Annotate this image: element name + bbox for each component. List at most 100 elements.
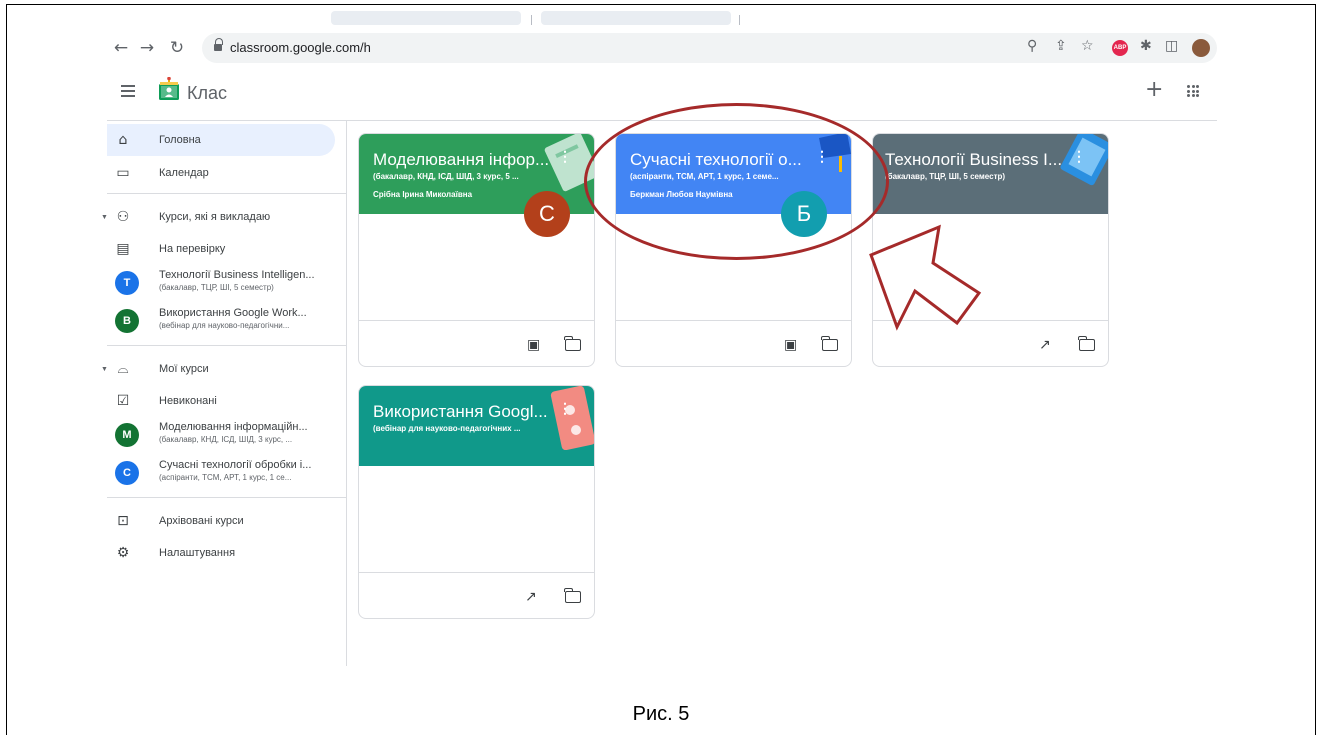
figure-frame: ← → ↻ classroom.google.com/h ⚲ ⇪ ☆ ABP ✱…	[6, 4, 1316, 735]
card-title[interactable]: Сучасні технології о...	[630, 150, 802, 170]
banner-illustration	[1060, 134, 1108, 186]
back-icon[interactable]: ←	[109, 36, 133, 60]
course-card[interactable]: Використання Googl... (вебінар для науко…	[358, 385, 595, 619]
card-title[interactable]: Використання Googl...	[373, 402, 548, 422]
forward-icon[interactable]: →	[135, 36, 159, 60]
course-card[interactable]: Моделювання інфор... (бакалавр, КНД, ІСД…	[358, 133, 595, 367]
course-title: Технології Business Intelligen...	[159, 269, 315, 281]
graduation-cap-icon: ⌓	[117, 361, 129, 377]
app-header: Клас +	[7, 63, 1315, 121]
main-menu-icon[interactable]	[121, 85, 135, 97]
tab[interactable]	[331, 11, 521, 25]
review-icon: ▤	[116, 241, 130, 257]
url-text[interactable]: classroom.google.com/h	[230, 40, 371, 55]
app-title[interactable]: Клас	[187, 83, 227, 104]
divider	[107, 497, 347, 498]
classroom-logo[interactable]	[157, 77, 181, 101]
bookmark-star-icon[interactable]: ☆	[1081, 38, 1094, 54]
course-title: Використання Google Work...	[159, 307, 307, 319]
course-card[interactable]: Технології Business I... (бакалавр, ТЦР,…	[872, 133, 1109, 367]
banner-illustration	[544, 134, 594, 192]
sidebar-item-label: Календар	[159, 167, 209, 179]
sidebar-item-label: Мої курси	[159, 363, 209, 375]
course-card[interactable]: Сучасні технології о... (аспіранти, ТСМ,…	[615, 133, 852, 367]
sidebar-item-enrolled[interactable]: ▼ ⌓ Мої курси	[101, 353, 335, 385]
sidebar-course[interactable]: C Сучасні технології обробки і... (аспір…	[107, 453, 337, 493]
sidebar-item-to-review[interactable]: ▤ На перевірку	[107, 233, 335, 265]
todo-icon: ☑	[116, 393, 130, 409]
side-panel-icon[interactable]: ◫	[1165, 38, 1178, 54]
course-title: Сучасні технології обробки і...	[159, 459, 312, 471]
course-subtitle: (бакалавр, КНД, ІСД, ШІД, 3 курс, ...	[159, 435, 293, 444]
profile-avatar[interactable]	[1192, 39, 1210, 57]
folder-icon[interactable]	[564, 588, 581, 603]
tab[interactable]	[541, 11, 731, 25]
card-section: (бакалавр, ТЦР, ШІ, 5 семестр)	[885, 172, 1006, 181]
reload-icon[interactable]: ↻	[165, 36, 189, 60]
course-subtitle: (аспіранти, ТСМ, АРТ, 1 курс, 1 се...	[159, 473, 292, 482]
sidebar-course[interactable]: M Моделювання інформаційн... (бакалавр, …	[107, 415, 337, 455]
caret-down-icon[interactable]: ▼	[101, 366, 108, 373]
create-join-plus-icon[interactable]: +	[1145, 77, 1163, 102]
card-footer: ↗	[359, 572, 594, 618]
card-teacher: Беркман Любов Наумівна	[630, 190, 733, 199]
share-icon[interactable]: ⇪	[1055, 38, 1067, 54]
adblock-icon[interactable]: ABP	[1112, 40, 1128, 56]
card-section: (вебінар для науково-педагогічних ...	[373, 424, 521, 433]
divider	[107, 193, 347, 194]
address-bar[interactable]: classroom.google.com/h ⚲ ⇪ ☆ ABP ✱ ◫	[202, 33, 1217, 63]
lock-icon	[214, 38, 223, 52]
browser-toolbar: ← → ↻ classroom.google.com/h ⚲ ⇪ ☆ ABP ✱…	[7, 33, 1315, 63]
extensions-icon[interactable]: ✱	[1140, 38, 1152, 54]
course-avatar: C	[115, 461, 139, 485]
sidebar-item-calendar[interactable]: ▭ Календар	[107, 157, 335, 189]
sidebar-item-label: На перевірку	[159, 243, 226, 255]
sidebar-item-label: Головна	[159, 134, 201, 146]
folder-icon[interactable]	[1078, 336, 1095, 351]
card-title[interactable]: Технології Business I...	[885, 150, 1062, 170]
sidebar-item-archived[interactable]: ⊡ Архівовані курси	[107, 505, 335, 537]
card-body	[873, 214, 1108, 320]
google-apps-icon[interactable]	[1187, 85, 1199, 97]
card-section: (аспіранти, ТСМ, АРТ, 1 курс, 1 семе...	[630, 172, 779, 181]
sidebar-course[interactable]: B Використання Google Work... (вебінар д…	[107, 301, 337, 341]
card-banner[interactable]: Використання Googl... (вебінар для науко…	[359, 386, 594, 466]
calendar-icon: ▭	[116, 165, 130, 181]
more-options-icon[interactable]: ⋮	[558, 400, 572, 417]
owner-avatar: Б	[781, 191, 827, 237]
gradebook-icon[interactable]: ▣	[527, 337, 540, 353]
card-title[interactable]: Моделювання інфор...	[373, 150, 549, 170]
sidebar: ⌂ Головна ▭ Календар ▼ ⚇ Курси, які я ви…	[101, 121, 347, 666]
sidebar-item-label: Налаштування	[159, 547, 236, 559]
card-teacher: Срібна Ірина Миколаївна	[373, 190, 473, 199]
sidebar-course[interactable]: T Технології Business Intelligen... (бак…	[107, 263, 337, 303]
tab-separator	[739, 15, 740, 25]
sidebar-item-home[interactable]: ⌂ Головна	[107, 124, 335, 156]
trending-icon[interactable]: ↗	[525, 589, 537, 605]
sidebar-item-teaching[interactable]: ▼ ⚇ Курси, які я викладаю	[101, 201, 335, 233]
divider	[107, 345, 347, 346]
people-icon: ⚇	[116, 209, 130, 225]
card-banner[interactable]: Технології Business I... (бакалавр, ТЦР,…	[873, 134, 1108, 214]
sidebar-item-label: Архівовані курси	[159, 515, 244, 527]
more-options-icon[interactable]: ⋮	[815, 148, 829, 165]
sidebar-item-label: Невиконані	[159, 395, 217, 407]
caret-down-icon[interactable]: ▼	[101, 214, 108, 221]
sidebar-item-todo[interactable]: ☑ Невиконані	[107, 385, 335, 417]
home-icon: ⌂	[118, 132, 128, 148]
folder-icon[interactable]	[821, 336, 838, 351]
folder-icon[interactable]	[564, 336, 581, 351]
tab-strip	[107, 5, 1217, 33]
figure-caption: Рис. 5	[632, 703, 690, 725]
zoom-icon[interactable]: ⚲	[1027, 38, 1037, 54]
sidebar-item-settings[interactable]: ⚙ Налаштування	[107, 537, 335, 569]
course-subtitle: (вебінар для науково-педагогічни...	[159, 321, 290, 330]
more-options-icon[interactable]: ⋮	[558, 148, 572, 165]
trending-icon[interactable]: ↗	[1039, 337, 1051, 353]
card-footer: ↗	[873, 320, 1108, 366]
more-options-icon[interactable]: ⋮	[1072, 148, 1086, 165]
gradebook-icon[interactable]: ▣	[784, 337, 797, 353]
course-subtitle: (бакалавр, ТЦР, ШІ, 5 семестр)	[159, 283, 274, 292]
gear-icon: ⚙	[116, 545, 130, 561]
card-section: (бакалавр, КНД, ІСД, ШІД, 3 курс, 5 ...	[373, 172, 519, 181]
